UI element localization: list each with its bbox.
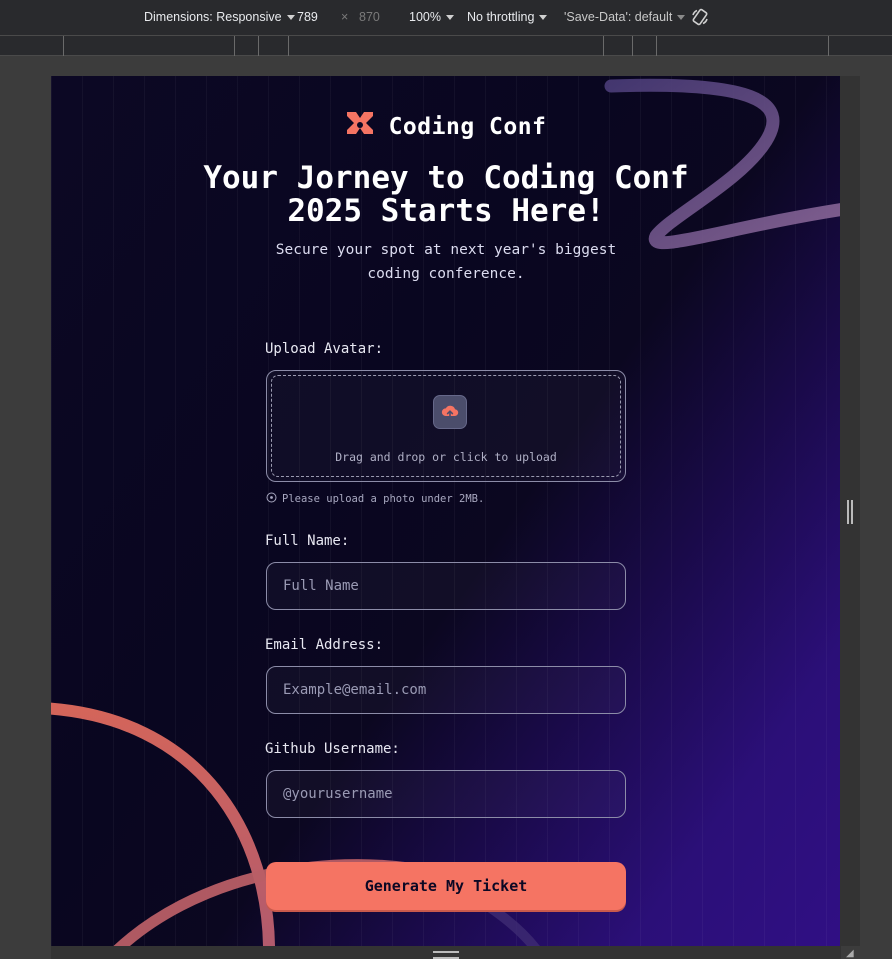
dimensions-dropdown[interactable]: Dimensions: Responsive — [144, 10, 295, 24]
height-input[interactable]: 870 — [359, 10, 380, 24]
upload-avatar-label: Upload Avatar: — [265, 341, 384, 357]
devtools-toolbar: Dimensions: Responsive 789 × 870 100% No… — [0, 0, 892, 36]
github-label: Github Username: — [265, 741, 400, 757]
generate-ticket-button[interactable]: Generate My Ticket — [266, 862, 626, 910]
dimensions-label: Dimensions: Responsive — [144, 10, 282, 24]
logo-icon — [345, 110, 375, 144]
full-name-input[interactable] — [267, 563, 625, 609]
media-query-ruler — [0, 36, 892, 56]
page-viewport: Coding Conf Your Jorney to Coding Conf 2… — [51, 76, 840, 946]
save-data-dropdown[interactable]: 'Save-Data': default — [564, 10, 686, 24]
chevron-down-icon — [286, 15, 295, 21]
upload-cloud-icon — [433, 395, 467, 429]
chevron-down-icon — [445, 15, 454, 21]
times-icon: × — [341, 10, 349, 24]
upload-hint: Please upload a photo under 2MB. — [266, 492, 484, 506]
email-label: Email Address: — [265, 637, 384, 653]
full-name-label: Full Name: — [265, 533, 350, 549]
chevron-down-icon — [539, 15, 548, 21]
github-input[interactable] — [267, 771, 625, 817]
chevron-down-icon — [677, 15, 686, 21]
full-name-field — [266, 562, 626, 610]
resize-handle-bottom[interactable] — [433, 951, 459, 959]
github-field — [266, 770, 626, 818]
info-icon — [266, 492, 277, 506]
upload-hint-text: Please upload a photo under 2MB. — [282, 493, 485, 505]
throttling-dropdown[interactable]: No throttling — [467, 10, 548, 24]
dropzone-dashed-border: Drag and drop or click to upload — [271, 375, 621, 477]
throttling-label: No throttling — [467, 10, 535, 24]
width-input[interactable]: 789 — [297, 10, 318, 24]
upload-prompt: Drag and drop or click to upload — [335, 450, 557, 464]
avatar-upload-dropzone[interactable]: Drag and drop or click to upload — [266, 370, 626, 482]
resize-handle-right[interactable] — [847, 500, 853, 524]
page-title: Your Jorney to Coding Conf 2025 Starts H… — [203, 160, 689, 229]
rotate-icon[interactable] — [691, 8, 709, 29]
email-input[interactable] — [267, 667, 625, 713]
zoom-dropdown[interactable]: 100% — [409, 10, 454, 24]
logo: Coding Conf — [51, 110, 840, 144]
email-field — [266, 666, 626, 714]
page-subtitle: Secure your spot at next year's biggest … — [275, 242, 617, 282]
zoom-label: 100% — [409, 10, 441, 24]
resize-corner-icon[interactable]: ◢ — [846, 948, 856, 959]
save-data-label: 'Save-Data': default — [564, 10, 673, 24]
logo-text: Coding Conf — [388, 114, 547, 140]
